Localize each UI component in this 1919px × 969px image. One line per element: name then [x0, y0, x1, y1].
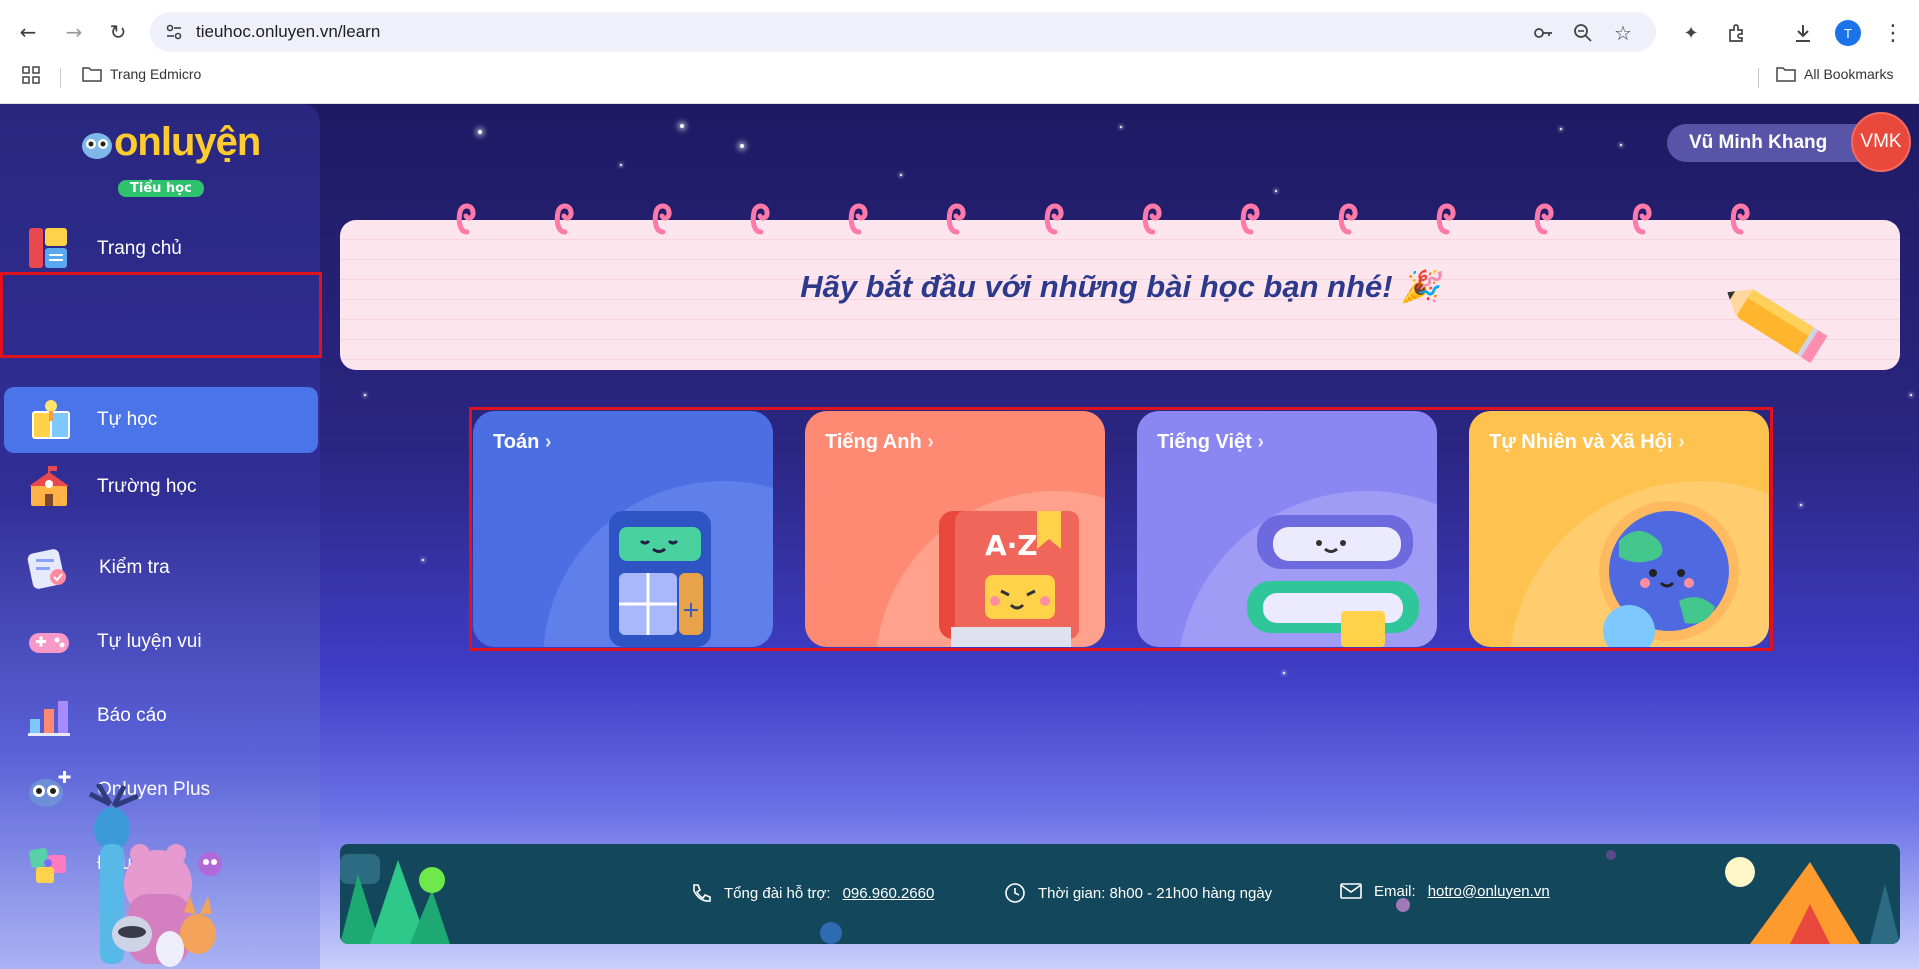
more-menu-icon[interactable]: ⋮ [1880, 20, 1906, 46]
svg-text:A·Z: A·Z [985, 529, 1038, 562]
mail-icon [1340, 883, 1362, 899]
welcome-banner: Hãy bắt đầu với những bài học bạn nhé! 🎉 [340, 220, 1900, 370]
subject-title: Toán › [493, 431, 552, 453]
address-bar[interactable]: tieuhoc.onluyen.vn/learn ☆ [150, 12, 1656, 52]
subject-card-tu-nhien-xa-hoi[interactable]: Tự Nhiên và Xã Hội › [1469, 411, 1769, 647]
subject-card-tieng-viet[interactable]: Tiếng Việt › [1137, 411, 1437, 647]
logo-badge: Tiểu học [118, 180, 204, 197]
subject-card-toan[interactable]: + Toán › [473, 411, 773, 647]
sidebar-item-tu-luyen-vui[interactable]: Tự luyện vui [0, 609, 320, 675]
tent-illustration [1725, 857, 1900, 944]
hotline-link[interactable]: 096.960.2660 [843, 885, 935, 902]
subject-title: Tự Nhiên và Xã Hội › [1489, 431, 1685, 453]
app-root: onluyện Tiểu học Trang chủ Tự học Trường… [0, 104, 1919, 969]
zoom-icon[interactable] [1572, 22, 1594, 44]
clock-icon [1005, 883, 1025, 903]
phone-icon [693, 884, 711, 902]
all-bookmarks[interactable]: All Bookmarks [1776, 66, 1893, 82]
owl-logo-icon [82, 133, 112, 159]
footer-hotline: Tổng đài hỗ trợ: 096.960.2660 [690, 882, 934, 904]
bookmark-star-icon[interactable]: ☆ [1612, 21, 1634, 45]
sidebar-item-label: Trang chủ [97, 238, 182, 259]
password-key-icon[interactable] [1532, 22, 1554, 44]
school-icon [29, 466, 69, 506]
subject-title: Tiếng Việt › [1157, 431, 1265, 453]
user-name: Vũ Minh Khang [1689, 132, 1828, 153]
gamepad-icon [29, 633, 69, 653]
footer-hours: Thời gian: 8h00 - 21h00 hàng ngày [1004, 882, 1272, 904]
active-item-highlight [0, 272, 322, 358]
puzzle-icon [29, 848, 66, 883]
url-text[interactable]: tieuhoc.onluyen.vn/learn [196, 22, 380, 42]
back-icon[interactable]: ← [12, 16, 44, 48]
bookmarks-bar: Trang Edmicro All Bookmarks [0, 60, 1919, 94]
footer-email: Email: hotro@onluyen.vn [1340, 882, 1550, 900]
footer: Tổng đài hỗ trợ: 096.960.2660 Thời gian:… [340, 844, 1900, 944]
self-study-icon [32, 400, 70, 439]
onluyen-logo[interactable]: onluyện Tiểu học [80, 118, 261, 197]
banner-text: Hãy bắt đầu với những bài học bạn nhé! 🎉 [800, 269, 1440, 304]
all-bookmarks-label: All Bookmarks [1804, 66, 1894, 82]
sidebar-item-bao-cao[interactable]: Báo cáo [0, 683, 320, 749]
decor-dot [1606, 850, 1616, 860]
owl-plus-icon [29, 771, 71, 807]
site-info-icon[interactable] [164, 22, 184, 42]
reload-icon[interactable]: ↻ [102, 16, 134, 48]
profile-avatar[interactable]: T [1835, 20, 1861, 46]
sidebar-item-truong-hoc[interactable]: Trường học [0, 454, 320, 520]
sidebar-item-label: Trường học [97, 476, 197, 497]
hotline-label: Tổng đài hỗ trợ: [724, 884, 831, 902]
home-book-icon [29, 228, 67, 268]
email-link[interactable]: hotro@onluyen.vn [1428, 883, 1550, 900]
decor-dot [820, 922, 842, 944]
avatar[interactable]: VMK [1851, 112, 1911, 172]
folder-icon [1776, 67, 1796, 82]
chevron-right-icon: › [544, 431, 552, 453]
apps-grid-icon[interactable] [22, 66, 40, 84]
sidebar-item-label: Tự học [97, 409, 158, 430]
chevron-right-icon: › [1257, 431, 1265, 453]
sidebar-item-label: Báo cáo [97, 705, 167, 726]
trees-illustration [340, 854, 450, 944]
sidebar-item-trang-chu[interactable]: Trang chủ [0, 216, 320, 282]
report-icon [28, 701, 70, 736]
sidebar-item-label: Tự luyện vui [97, 631, 202, 652]
chevron-right-icon: › [927, 431, 934, 453]
subject-title: Tiếng Anh › [825, 431, 934, 453]
animals-illustration [88, 784, 222, 967]
chevron-right-icon: › [1677, 431, 1685, 453]
sidebar-item-tu-hoc[interactable]: Tự học [4, 387, 318, 453]
svg-text:+: + [682, 598, 700, 623]
browser-toolbar: ← → ↻ tieuhoc.onluyen.vn/learn ☆ ✦ T ⋮ [0, 8, 1919, 56]
subject-cards: + Toán › A·Z Tiếng Anh › Tiếng Việt › Tự… [469, 407, 1773, 651]
bookmark-divider [60, 68, 61, 88]
forward-icon[interactable]: → [58, 16, 90, 48]
sidebar: onluyện Tiểu học Trang chủ Tự học Trường… [0, 104, 322, 969]
sparkle-icon[interactable]: ✦ [1678, 20, 1704, 46]
subject-card-tieng-anh[interactable]: A·Z Tiếng Anh › [805, 411, 1105, 647]
email-label: Email: [1374, 882, 1416, 900]
test-icon [27, 549, 66, 589]
download-icon[interactable] [1790, 20, 1816, 46]
extensions-icon[interactable] [1724, 20, 1750, 46]
sidebar-item-label: Kiểm tra [99, 557, 170, 578]
browser-chrome: ← → ↻ tieuhoc.onluyen.vn/learn ☆ ✦ T ⋮ T… [0, 0, 1919, 104]
bookmark-folder-edmicro[interactable]: Trang Edmicro [82, 66, 201, 82]
folder-icon [82, 67, 102, 82]
bookmark-divider [1758, 68, 1759, 88]
logo-text: onluyện [114, 120, 261, 164]
pencil-icon [1727, 289, 1828, 364]
sidebar-item-kiem-tra[interactable]: Kiểm tra [0, 535, 320, 601]
hours-text: Thời gian: 8h00 - 21h00 hàng ngày [1038, 884, 1273, 902]
decor-dot [1396, 898, 1410, 912]
bookmark-label: Trang Edmicro [110, 66, 202, 82]
